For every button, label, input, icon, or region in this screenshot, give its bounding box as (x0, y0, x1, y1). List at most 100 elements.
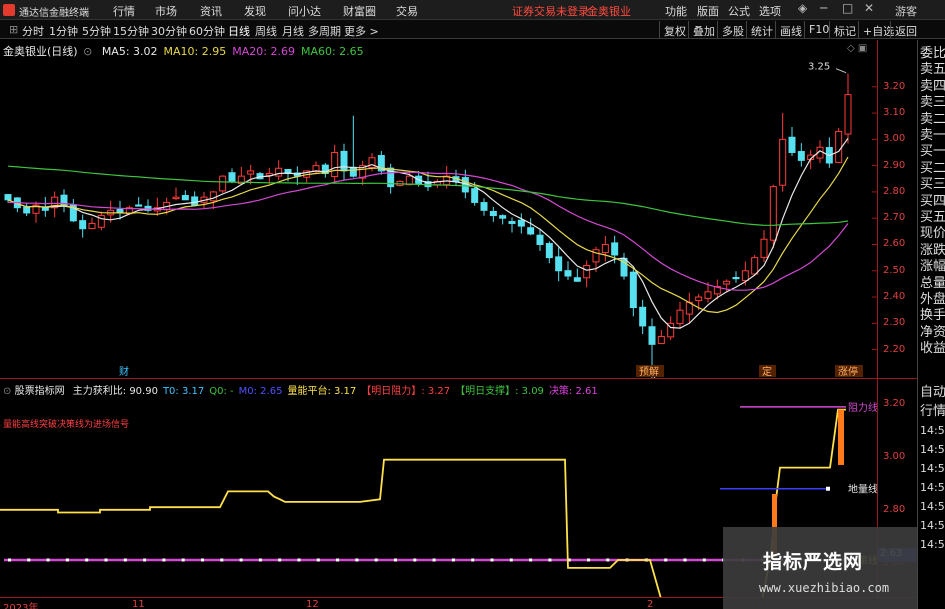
skin-icon[interactable]: ◈ (798, 1, 807, 15)
sidebar-sub-item[interactable]: 14:50 (920, 461, 945, 477)
candle-body[interactable] (555, 256, 563, 272)
sidebar-item[interactable]: 总量 (920, 276, 945, 292)
sidebar-item[interactable]: 涨跌 (920, 243, 945, 259)
period-tab-60min[interactable]: 60分钟 (189, 23, 225, 39)
candle-body[interactable] (629, 271, 637, 309)
sidebar-item[interactable]: 买一 (920, 144, 945, 160)
candle-body[interactable] (536, 234, 544, 245)
candle-body[interactable] (611, 242, 619, 256)
candle-body[interactable] (135, 204, 143, 207)
candle-body[interactable] (275, 167, 283, 177)
sidebar-item[interactable]: 买三 (920, 177, 945, 193)
statistics-button[interactable]: 统计 (746, 21, 777, 38)
sidebar-item[interactable]: 买五 (920, 210, 945, 226)
candle-body[interactable] (741, 270, 749, 281)
overlay-button[interactable]: 叠加 (688, 21, 719, 38)
draw-line-button[interactable]: 画线 (775, 21, 806, 38)
sidebar-item[interactable]: 收益 (920, 341, 945, 357)
mark-button[interactable]: 标记 (829, 21, 860, 38)
menu-market[interactable]: 市场 (155, 3, 177, 19)
menu-formula[interactable]: 公式 (728, 3, 750, 19)
candle-body[interactable] (4, 194, 12, 201)
candle-body[interactable] (517, 219, 525, 227)
menu-layout[interactable]: 版面 (697, 3, 719, 19)
candle-body[interactable] (583, 265, 591, 279)
candle-body[interactable] (779, 138, 787, 186)
sidebar-item[interactable]: 卖四 (920, 79, 945, 95)
candle-body[interactable] (797, 151, 805, 161)
candle-body[interactable] (471, 188, 479, 203)
candle-body[interactable] (545, 243, 553, 259)
candle-body[interactable] (760, 238, 768, 258)
candle-body[interactable] (340, 150, 348, 172)
menu-options[interactable]: 选项 (759, 3, 781, 19)
period-tab-multi[interactable]: 多周期 (308, 23, 341, 39)
sidebar-item[interactable]: 卖一 (920, 128, 945, 144)
candle-body[interactable] (751, 257, 759, 275)
candle-body[interactable] (564, 270, 572, 277)
menu-wealth[interactable]: 财富圈 (343, 3, 376, 19)
sidebar-item[interactable]: 买四 (920, 194, 945, 210)
candlestick-chart[interactable]: 3.252.05财预解定涨停 (0, 40, 877, 378)
candle-body[interactable] (723, 280, 731, 285)
candle-body[interactable] (695, 296, 703, 301)
menu-news[interactable]: 资讯 (200, 3, 222, 19)
sidebar-item[interactable]: 买二 (920, 161, 945, 177)
sidebar-item[interactable]: 卖五 (920, 62, 945, 78)
minimize-icon[interactable]: ─ (820, 1, 827, 15)
sidebar-item[interactable]: 涨幅 (920, 259, 945, 275)
menu-quotes[interactable]: 行情 (113, 3, 135, 19)
candle-body[interactable] (349, 166, 357, 177)
candle-body[interactable] (209, 191, 217, 202)
candle-body[interactable] (601, 243, 609, 254)
candle-body[interactable] (676, 309, 684, 325)
menu-discover[interactable]: 发现 (244, 3, 266, 19)
period-tab-5min[interactable]: 5分钟 (82, 23, 111, 39)
sidebar-item[interactable]: 委比 (920, 46, 945, 62)
candle-body[interactable] (181, 195, 189, 201)
candle-body[interactable] (499, 215, 507, 219)
candle-body[interactable] (88, 222, 96, 230)
candle-body[interactable] (527, 227, 535, 235)
candle-body[interactable] (480, 202, 488, 211)
candle-body[interactable] (247, 170, 255, 175)
sidebar-item[interactable]: 卖二 (920, 112, 945, 128)
menu-function[interactable]: 功能 (665, 3, 687, 19)
sidebar-item[interactable]: 卖三 (920, 95, 945, 111)
candle-body[interactable] (23, 206, 31, 214)
toolbar-toggle-icon[interactable]: ⊞ (9, 23, 18, 36)
sidebar-sub-item[interactable]: 14:50 (920, 423, 945, 439)
candle-body[interactable] (704, 291, 712, 299)
period-tab-weekly[interactable]: 周线 (255, 23, 277, 39)
event-marker[interactable]: 涨停 (838, 365, 858, 378)
trade-login-notice[interactable]: 证券交易未登录 (512, 3, 589, 19)
back-button[interactable]: 返回 (890, 21, 921, 38)
candle-body[interactable] (648, 326, 656, 345)
candle-body[interactable] (657, 335, 665, 345)
multi-stock-button[interactable]: 多股 (717, 21, 748, 38)
menu-ask[interactable]: 问小达 (288, 3, 321, 19)
candle-body[interactable] (331, 151, 339, 178)
candle-body[interactable] (732, 276, 740, 280)
candle-body[interactable] (639, 306, 647, 327)
candle-body[interactable] (79, 220, 87, 230)
candle-body[interactable] (405, 175, 413, 186)
menu-trade[interactable]: 交易 (396, 3, 418, 19)
period-tab-more[interactable]: 更多 > (344, 23, 379, 39)
candle-body[interactable] (228, 172, 236, 182)
sidebar-sub-item[interactable]: 14:50 (920, 442, 945, 458)
candle-body[interactable] (508, 221, 516, 224)
candle-body[interactable] (769, 186, 777, 241)
candle-body[interactable] (172, 196, 180, 200)
maximize-icon[interactable]: □ (842, 1, 853, 15)
candle-body[interactable] (573, 277, 581, 282)
candle-body[interactable] (844, 94, 852, 135)
event-marker[interactable]: 财 (119, 365, 129, 378)
candle-body[interactable] (835, 130, 843, 163)
sidebar-sub-item[interactable]: 14:50 (920, 518, 945, 534)
period-tab-15min[interactable]: 15分钟 (113, 23, 149, 39)
event-marker[interactable]: 预解 (639, 365, 659, 378)
sidebar-sub-item[interactable]: 14:50 (920, 480, 945, 496)
candle-body[interactable] (489, 210, 497, 217)
candle-body[interactable] (788, 136, 796, 153)
